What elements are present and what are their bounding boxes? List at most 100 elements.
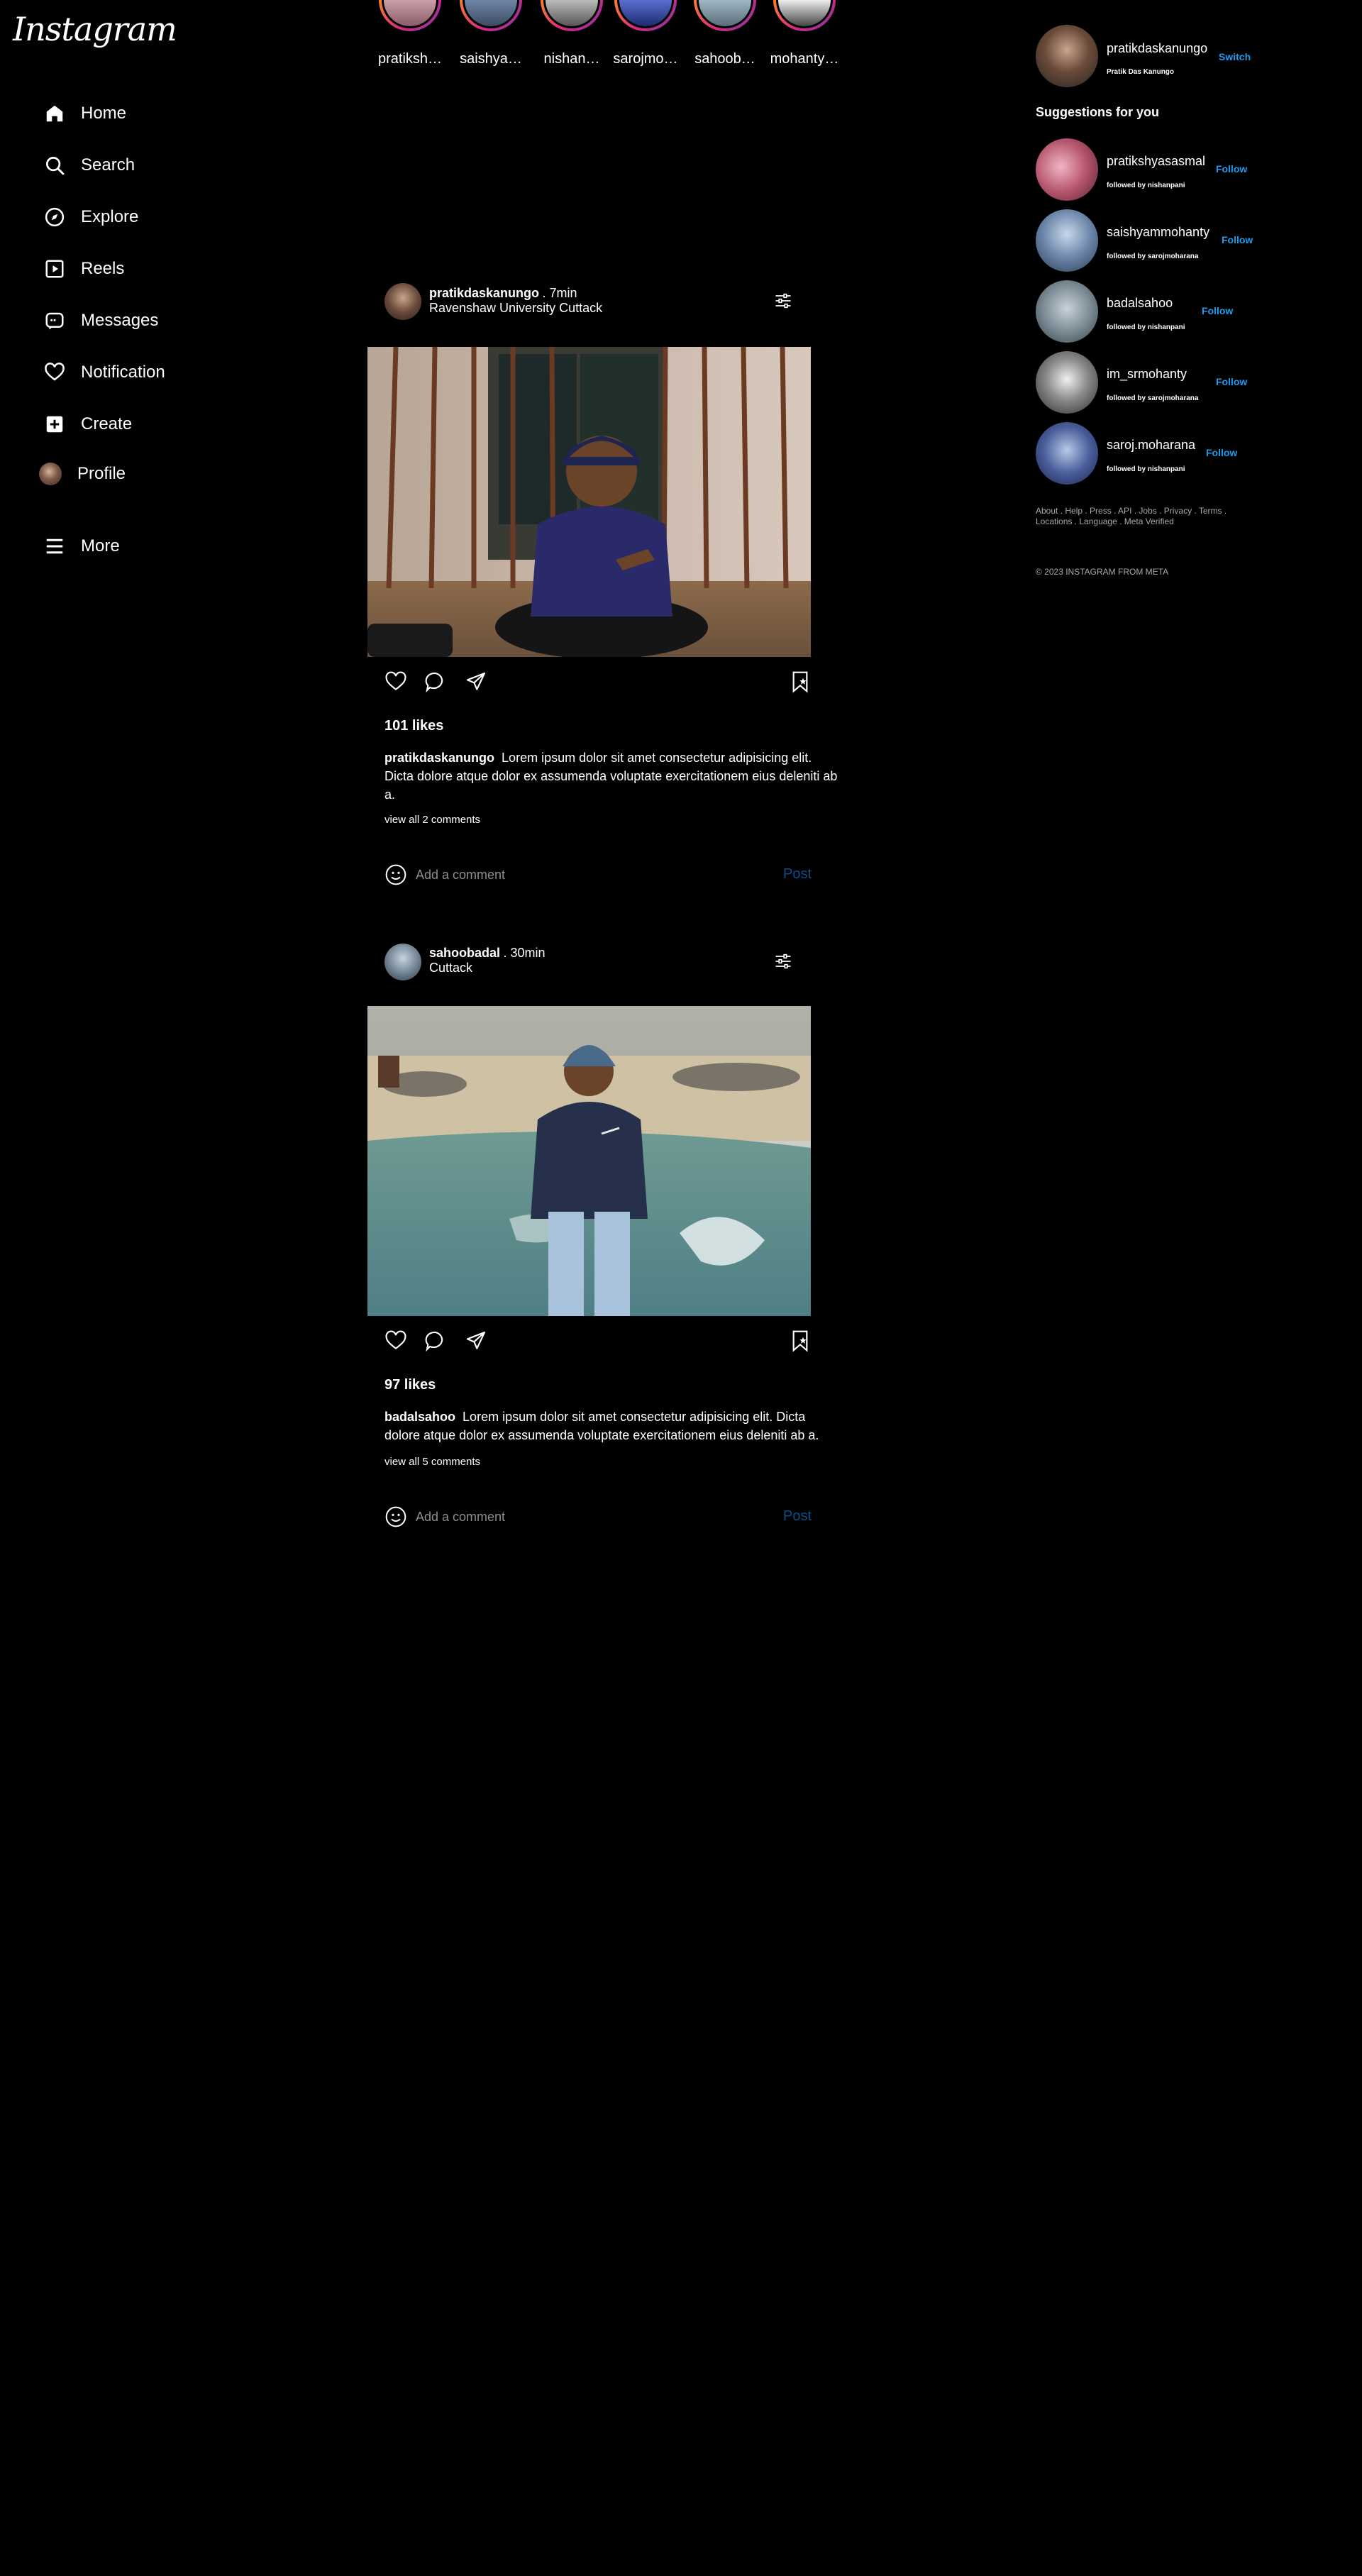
nav-notification[interactable]: Notification (44, 362, 165, 383)
account-fullname: Pratik Das Kanungo (1107, 68, 1175, 76)
share-icon[interactable] (465, 1330, 487, 1352)
follow-button[interactable]: Follow (1202, 305, 1233, 316)
suggestion-username[interactable]: saroj.moharana (1107, 438, 1195, 453)
view-all-comments[interactable]: view all 2 comments (384, 814, 480, 826)
suggestion-followed-by: followed by nishanpani (1107, 324, 1185, 331)
suggestion-avatar[interactable] (1036, 422, 1098, 485)
suggestions-title: Suggestions for you (1036, 105, 1160, 119)
nav-more[interactable]: More (44, 536, 120, 557)
post-photo (367, 347, 811, 657)
story-name: sahoob… (694, 51, 755, 67)
filter-icon[interactable] (773, 951, 793, 971)
post-caption: badalsahoo Lorem ipsum dolor sit amet co… (384, 1408, 838, 1444)
suggestion-username[interactable]: badalsahoo (1107, 296, 1173, 311)
create-icon (46, 416, 63, 433)
more-icon (46, 538, 63, 554)
follow-button[interactable]: Follow (1216, 163, 1247, 175)
story-item[interactable]: sahoob… (690, 0, 760, 67)
post-header: pratikdaskanungo . 7min Ravenshaw Univer… (429, 286, 602, 316)
bookmark-icon[interactable] (789, 1330, 812, 1352)
suggestion-avatar[interactable] (1036, 280, 1098, 343)
post-header: sahoobadal . 30min Cuttack (429, 946, 546, 975)
nav-messages-label: Messages (81, 311, 159, 330)
nav-search[interactable]: Search (44, 155, 135, 176)
likes-count[interactable]: 97 likes (384, 1377, 436, 1393)
comment-row (384, 1505, 772, 1528)
instagram-logo[interactable]: Instagram (13, 13, 177, 45)
post-location[interactable]: Cuttack (429, 961, 546, 975)
suggestion-username[interactable]: pratikshyasasmal (1107, 154, 1205, 169)
post-comment-button[interactable]: Post (783, 866, 812, 883)
story-name: nishan… (543, 51, 600, 67)
story-name: pratiksh… (377, 51, 443, 67)
bookmark-icon[interactable] (789, 670, 812, 693)
caption-username[interactable]: pratikdaskanungo (384, 751, 494, 765)
nav-reels-label: Reels (81, 259, 125, 278)
story-item[interactable]: mohanty… (769, 0, 840, 67)
post-image[interactable] (367, 347, 811, 657)
filter-icon[interactable] (773, 291, 793, 311)
nav-explore-label: Explore (81, 207, 139, 226)
story-item[interactable]: pratiksh… (375, 0, 445, 67)
story-avatar (460, 0, 522, 31)
share-icon[interactable] (465, 670, 487, 693)
follow-button[interactable]: Follow (1216, 376, 1247, 387)
follow-button[interactable]: Follow (1206, 447, 1237, 458)
story-avatar (379, 0, 441, 31)
account-avatar[interactable] (1036, 25, 1098, 87)
comment-input[interactable] (414, 1508, 772, 1525)
comment-icon[interactable] (424, 1330, 447, 1352)
home-icon (46, 105, 63, 122)
post-author-avatar[interactable] (384, 283, 421, 320)
story-item[interactable]: saishya… (455, 0, 526, 67)
post-comment-button[interactable]: Post (783, 1508, 812, 1525)
nav-more-label: More (81, 536, 120, 555)
account-username[interactable]: pratikdaskanungo (1107, 41, 1207, 56)
story-name: mohanty… (770, 51, 839, 67)
nav-profile-label: Profile (77, 464, 126, 483)
nav-profile[interactable]: Profile (39, 463, 126, 485)
post-image[interactable] (367, 1006, 811, 1316)
nav-messages[interactable]: Messages (44, 310, 158, 331)
heart-icon[interactable] (384, 1330, 407, 1352)
story-avatar (773, 0, 836, 31)
story-item[interactable]: sarojmo… (610, 0, 681, 67)
suggestion-followed-by: followed by nishanpani (1107, 465, 1185, 473)
suggestion-avatar[interactable] (1036, 138, 1098, 201)
story-avatar (694, 0, 756, 31)
emoji-icon[interactable] (384, 863, 407, 886)
story-item[interactable]: nishan… (536, 0, 607, 67)
post-username[interactable]: sahoobadal (429, 946, 500, 960)
suggestion-avatar[interactable] (1036, 351, 1098, 414)
switch-account-button[interactable]: Switch (1219, 51, 1251, 62)
post-author-avatar[interactable] (384, 944, 421, 980)
nav-reels[interactable]: Reels (44, 258, 124, 280)
caption-username[interactable]: badalsahoo (384, 1410, 455, 1424)
comment-input[interactable] (414, 866, 772, 883)
copyright: © 2023 INSTAGRAM FROM META (1036, 567, 1169, 577)
likes-count[interactable]: 101 likes (384, 718, 443, 734)
view-all-comments[interactable]: view all 5 comments (384, 1456, 480, 1468)
story-name: saishya… (460, 51, 522, 67)
suggestion-followed-by: followed by sarojmoharana (1107, 253, 1199, 260)
heart-icon (45, 363, 65, 381)
emoji-icon[interactable] (384, 1505, 407, 1528)
post-time: . 30min (503, 946, 546, 960)
messages-icon (45, 312, 64, 330)
suggestion-username[interactable]: im_srmohanty (1107, 367, 1187, 382)
comment-icon[interactable] (424, 670, 447, 693)
post-location[interactable]: Ravenshaw University Cuttack (429, 301, 602, 316)
search-icon (46, 157, 65, 175)
suggestion-avatar[interactable] (1036, 209, 1098, 272)
post-time: . 7min (542, 286, 577, 300)
follow-button[interactable]: Follow (1222, 234, 1253, 245)
nav-home[interactable]: Home (44, 103, 126, 124)
post-username[interactable]: pratikdaskanungo (429, 286, 539, 300)
suggestion-username[interactable]: saishyammohanty (1107, 225, 1209, 240)
nav-explore[interactable]: Explore (44, 206, 138, 228)
story-name: sarojmo… (613, 51, 678, 67)
heart-icon[interactable] (384, 670, 407, 693)
footer-links[interactable]: About . Help . Press . API . Jobs . Priv… (1036, 506, 1248, 527)
nav-create[interactable]: Create (44, 414, 132, 435)
suggestion-followed-by: followed by nishanpani (1107, 182, 1185, 189)
